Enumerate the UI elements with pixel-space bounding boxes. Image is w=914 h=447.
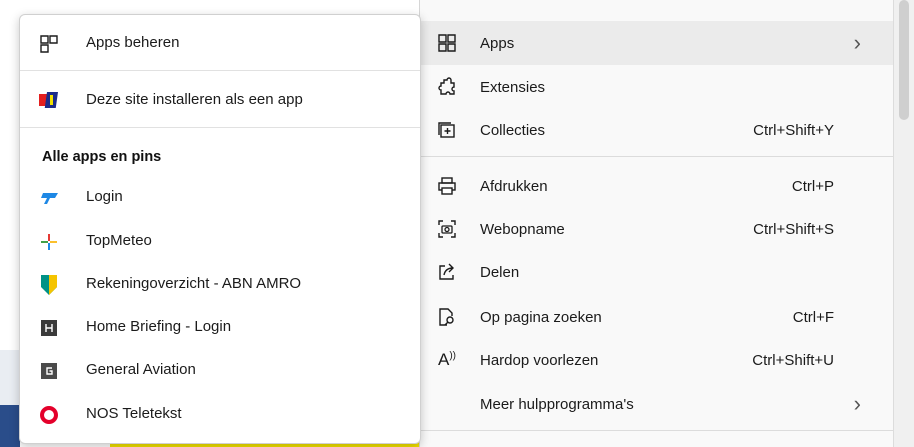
find-on-page-icon <box>436 306 458 328</box>
app-label: Login <box>86 188 123 205</box>
login-app-icon <box>38 187 60 209</box>
menu-item-afdrukken[interactable]: Afdrukken Ctrl+P <box>420 164 893 208</box>
install-site-label: Deze site installeren als een app <box>86 91 303 108</box>
puzzle-icon <box>436 76 458 98</box>
shortcut-label: Ctrl+P <box>791 177 834 195</box>
menu-item-label: Apps <box>480 34 515 52</box>
scrollbar-thumb[interactable] <box>899 0 909 120</box>
menu-item-meer-hulpprogrammas[interactable]: Meer hulpprogramma's › <box>420 382 893 426</box>
home-briefing-icon <box>38 317 60 339</box>
menu-item-webopname[interactable]: Webopname Ctrl+Shift+S <box>420 207 893 251</box>
menu-item-label: Op pagina zoeken <box>480 308 602 326</box>
menu-item-label: Delen <box>480 263 520 281</box>
menu-item-op-pagina-zoeken[interactable]: Op pagina zoeken Ctrl+F <box>420 295 893 339</box>
collections-icon <box>436 119 458 141</box>
chevron-right-icon: › <box>853 391 861 416</box>
app-label: Home Briefing - Login <box>86 318 232 335</box>
menu-item-extensies[interactable]: Extensies <box>420 65 893 109</box>
submenu-divider <box>20 70 420 71</box>
app-item-abn-amro[interactable]: Rekeningoverzicht - ABN AMRO <box>20 264 420 306</box>
page-background-banner-dark <box>0 405 20 447</box>
menu-item-label: Afdrukken <box>480 177 548 195</box>
app-item-login[interactable]: Login <box>20 177 420 219</box>
shortcut-label: Ctrl+F <box>792 308 834 326</box>
app-item-general-aviation[interactable]: General Aviation <box>20 350 420 392</box>
share-icon <box>436 261 458 283</box>
topmeteo-icon <box>38 231 60 253</box>
menu-item-label: Meer hulpprogramma's <box>480 395 634 413</box>
install-site-as-app-item[interactable]: Deze site installeren als een app <box>20 80 420 122</box>
apps-icon <box>436 32 458 54</box>
menu-divider <box>420 430 893 431</box>
menu-divider <box>420 156 893 157</box>
app-label: NOS Teletekst <box>86 405 182 422</box>
shortcut-label: Ctrl+Shift+S <box>753 220 834 238</box>
app-label: General Aviation <box>86 361 196 378</box>
submenu-divider <box>20 127 420 128</box>
general-aviation-icon <box>38 360 60 382</box>
app-item-home-briefing[interactable]: Home Briefing - Login <box>20 307 420 349</box>
read-aloud-icon: A)) <box>437 350 456 369</box>
app-item-nos-teletekst[interactable]: NOS Teletekst <box>20 394 420 436</box>
app-item-topmeteo[interactable]: TopMeteo <box>20 221 420 263</box>
menu-item-hardop-voorlezen[interactable]: A)) Hardop voorlezen Ctrl+Shift+U <box>420 338 893 382</box>
printer-icon <box>436 175 458 197</box>
site-favicon-icon <box>38 90 60 112</box>
shortcut-label: Ctrl+Shift+U <box>752 351 834 369</box>
menu-item-apps[interactable]: Apps › <box>420 21 893 65</box>
app-label: Rekeningoverzicht - ABN AMRO <box>86 275 302 292</box>
menu-item-collecties[interactable]: Collecties Ctrl+Shift+Y <box>420 108 893 152</box>
manage-apps-label: Apps beheren <box>86 34 180 51</box>
menu-item-label: Extensies <box>480 78 546 96</box>
manage-apps-item[interactable]: Apps beheren <box>20 23 420 65</box>
app-label: TopMeteo <box>86 232 152 249</box>
all-apps-heading: Alle apps en pins <box>42 149 162 165</box>
nos-teletekst-icon <box>38 404 60 426</box>
chevron-right-icon: › <box>853 30 861 55</box>
menu-item-delen[interactable]: Delen <box>420 250 893 294</box>
abn-amro-icon <box>38 274 60 296</box>
menu-item-label: Webopname <box>480 220 565 238</box>
menu-item-label: Collecties <box>480 121 546 139</box>
web-capture-icon <box>436 218 458 240</box>
shortcut-label: Ctrl+Shift+Y <box>753 121 834 139</box>
apps-submenu: Apps beheren Deze site installeren als e… <box>19 14 421 444</box>
menu-item-label: Hardop voorlezen <box>480 351 599 369</box>
apps-icon <box>38 33 60 55</box>
